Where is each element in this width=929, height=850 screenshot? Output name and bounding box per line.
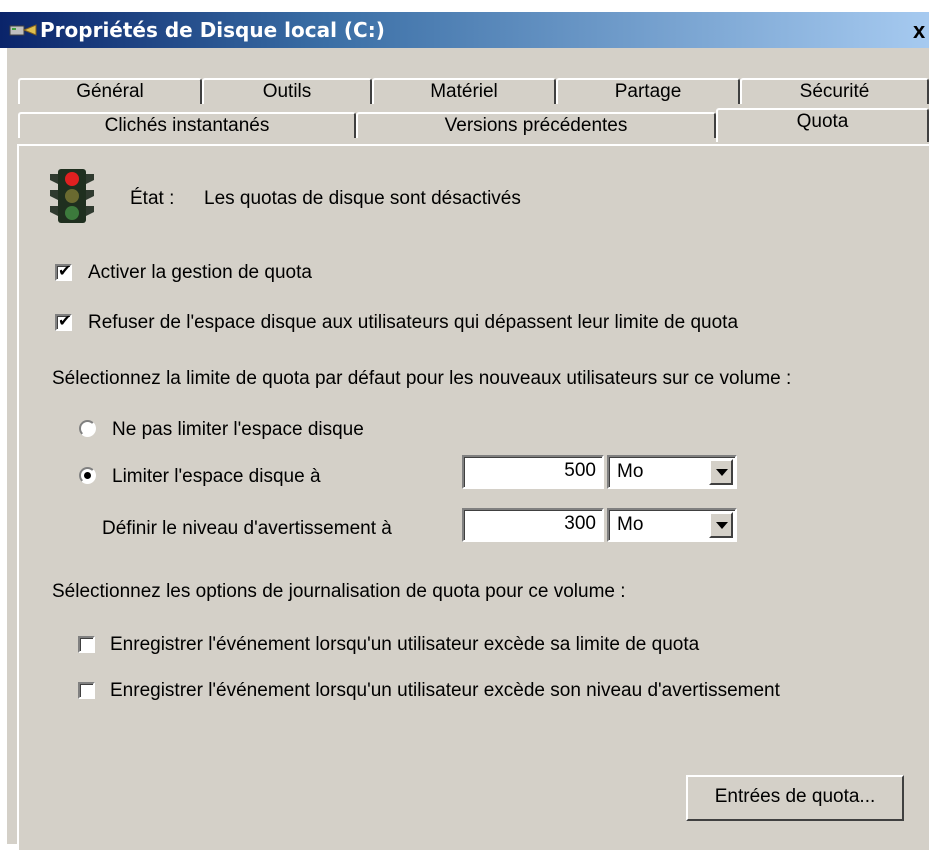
tab-quota[interactable]: Quota [716,108,929,142]
log-warning-checkbox[interactable] [78,682,95,699]
quota-panel [17,144,929,850]
enable-quota-checkbox[interactable]: ✔ [55,263,72,281]
no-limit-radio[interactable] [79,420,96,437]
status-label: État : [130,188,175,209]
status-text: Les quotas de disque sont désactivés [204,188,521,209]
radio-dot-icon [84,472,91,479]
tab-general[interactable]: Général [18,78,202,104]
limit-section-heading: Sélectionnez la limite de quota par défa… [52,368,792,389]
deny-space-checkbox[interactable]: ✔ [55,313,72,331]
warning-unit-value: Mo [617,514,644,535]
check-mark-icon: ✔ [58,263,72,280]
log-limit-checkbox[interactable] [78,636,95,653]
no-limit-label: Ne pas limiter l'espace disque [112,419,364,440]
warning-label: Définir le niveau d'avertissement à [102,518,392,539]
traffic-light-icon [50,169,94,223]
warning-value-input[interactable]: 300 [462,508,604,542]
close-button[interactable]: x [913,18,929,43]
limit-value-input[interactable]: 500 [462,455,604,489]
tab-materiel[interactable]: Matériel [372,78,556,104]
log-warning-label: Enregistrer l'événement lorsqu'un utilis… [110,680,780,701]
warning-unit-select[interactable]: Mo [607,508,737,542]
tab-outils[interactable]: Outils [202,78,372,104]
tab-securite[interactable]: Sécurité [740,78,929,104]
log-limit-label: Enregistrer l'événement lorsqu'un utilis… [110,634,700,655]
title-bar: Propriétés de Disque local (C:) x [0,12,929,48]
limit-unit-select[interactable]: Mo [607,455,737,489]
limit-unit-value: Mo [617,461,644,482]
tab-versions-precedentes[interactable]: Versions précédentes [356,112,716,138]
logging-section-heading: Sélectionnez les options de journalisati… [52,581,626,602]
check-mark-icon: ✔ [58,313,72,330]
window-edge [0,48,7,844]
limit-radio[interactable] [79,467,96,484]
window-title: Propriétés de Disque local (C:) [40,18,385,42]
tab-partage[interactable]: Partage [556,78,740,104]
deny-space-label: Refuser de l'espace disque aux utilisate… [88,312,739,333]
drive-properties-icon [9,24,37,36]
chevron-down-icon[interactable] [709,459,733,485]
tab-cliches-instantanes[interactable]: Clichés instantanés [18,112,356,138]
quota-entries-button[interactable]: Entrées de quota... [686,775,904,821]
chevron-down-icon[interactable] [709,512,733,538]
limit-label: Limiter l'espace disque à [112,466,321,487]
enable-quota-label: Activer la gestion de quota [88,262,312,283]
